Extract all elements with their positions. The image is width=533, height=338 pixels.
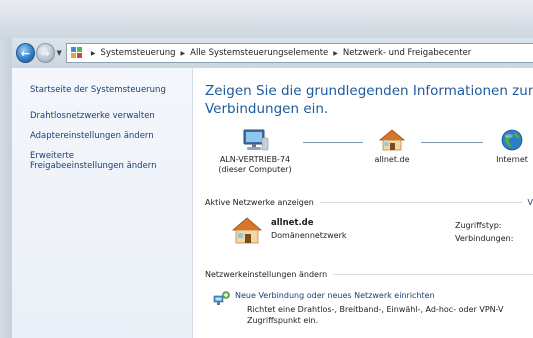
page-heading: Zeigen Sie die grundlegenden Information… xyxy=(205,82,533,118)
window-frame-left xyxy=(0,38,12,338)
house-network-icon xyxy=(378,129,406,151)
window-frame-top xyxy=(0,0,533,38)
back-arrow-icon[interactable]: ← xyxy=(16,43,35,63)
sidebar-link-control-panel-home[interactable]: Startseite der Systemsteuerung xyxy=(30,85,192,95)
sidebar-link-advanced-sharing[interactable]: Erweiterte Freigabeeinstellungen ändern xyxy=(30,151,192,171)
connection-line xyxy=(421,142,483,143)
breadcrumb-separator-icon: ▶ xyxy=(90,49,96,57)
new-connection-link[interactable]: Neue Verbindung oder neues Netzwerk einr… xyxy=(235,291,435,300)
breadcrumb-separator-icon[interactable]: ▶ xyxy=(181,50,186,57)
new-connection-description-line1: Richtet eine Drahtlos-, Breitband-, Einw… xyxy=(247,305,504,314)
new-connection-icon xyxy=(213,291,230,305)
internet-label: Internet xyxy=(496,155,528,164)
section-divider xyxy=(319,201,522,203)
section-divider xyxy=(333,273,533,275)
connection-line xyxy=(303,142,363,143)
connections-label: Verbindungen: xyxy=(455,234,514,243)
computer-icon xyxy=(243,129,269,151)
control-panel-icon xyxy=(70,47,83,59)
network-map: ALN-VERTRIEB-74 (dieser Computer) allnet… xyxy=(205,128,533,196)
main-panel: Zeigen Sie die grundlegenden Information… xyxy=(194,68,533,338)
map-node-network[interactable]: allnet.de xyxy=(365,128,419,165)
navigation-bar: ← → ▼ ▶ Systemsteuerung ▶ Alle Systemste… xyxy=(12,38,533,68)
globe-icon xyxy=(501,129,523,151)
network-category-link[interactable]: Domänennetzwerk xyxy=(271,231,347,240)
network-map-name: allnet.de xyxy=(374,155,410,164)
new-connection-description: Richtet eine Drahtlos-, Breitband-, Einw… xyxy=(247,304,533,326)
content-area: Startseite der Systemsteuerung Drahtlosn… xyxy=(12,68,533,338)
sidebar-link-manage-wireless[interactable]: Drahtlosnetzwerke verwalten xyxy=(30,111,192,121)
forward-arrow-icon[interactable]: → xyxy=(35,43,55,63)
sidebar: Startseite der Systemsteuerung Drahtlosn… xyxy=(12,68,193,338)
breadcrumb-item-network-center[interactable]: Netzwerk- und Freigabecenter xyxy=(343,48,471,58)
active-network-name: allnet.de xyxy=(271,218,314,228)
map-node-internet[interactable]: Internet xyxy=(485,128,533,165)
task-new-connection: Neue Verbindung oder neues Netzwerk einr… xyxy=(205,288,533,332)
breadcrumb-item-control-panel[interactable]: Systemsteuerung xyxy=(101,48,176,58)
breadcrumb-item-all-items[interactable]: Alle Systemsteuerungselemente xyxy=(190,48,328,58)
new-connection-description-line2: Zugriffspunkt ein. xyxy=(247,316,319,325)
computer-name: ALN-VERTRIEB-74 xyxy=(219,155,291,164)
page-heading-line2: Verbindungen ein. xyxy=(205,101,329,117)
address-bar[interactable]: ▶ Systemsteuerung ▶ Alle Systemsteuerung… xyxy=(65,43,533,63)
access-type-label: Zugriffstyp: xyxy=(455,221,502,230)
network-settings-section-header: Netzwerkeinstellungen ändern xyxy=(205,268,533,280)
active-network-row: allnet.de Domänennetzwerk Zugriffstyp: V… xyxy=(205,208,533,264)
page-heading-line1: Zeigen Sie die grundlegenden Information… xyxy=(205,83,533,99)
view-full-map-link[interactable]: V xyxy=(528,198,533,207)
network-settings-title: Netzwerkeinstellungen ändern xyxy=(205,269,328,279)
breadcrumb-separator-icon[interactable]: ▶ xyxy=(333,50,338,57)
dropdown-arrow-icon[interactable]: ▼ xyxy=(57,49,62,57)
map-node-computer[interactable]: ALN-VERTRIEB-74 (dieser Computer) xyxy=(215,128,295,175)
domain-network-house-icon xyxy=(231,217,263,244)
active-networks-section-header: Aktive Netzwerke anzeigen V xyxy=(205,196,533,208)
active-networks-title: Aktive Netzwerke anzeigen xyxy=(205,197,314,207)
sidebar-link-adapter-settings[interactable]: Adaptereinstellungen ändern xyxy=(30,131,192,141)
computer-subtitle: (dieser Computer) xyxy=(218,165,292,174)
